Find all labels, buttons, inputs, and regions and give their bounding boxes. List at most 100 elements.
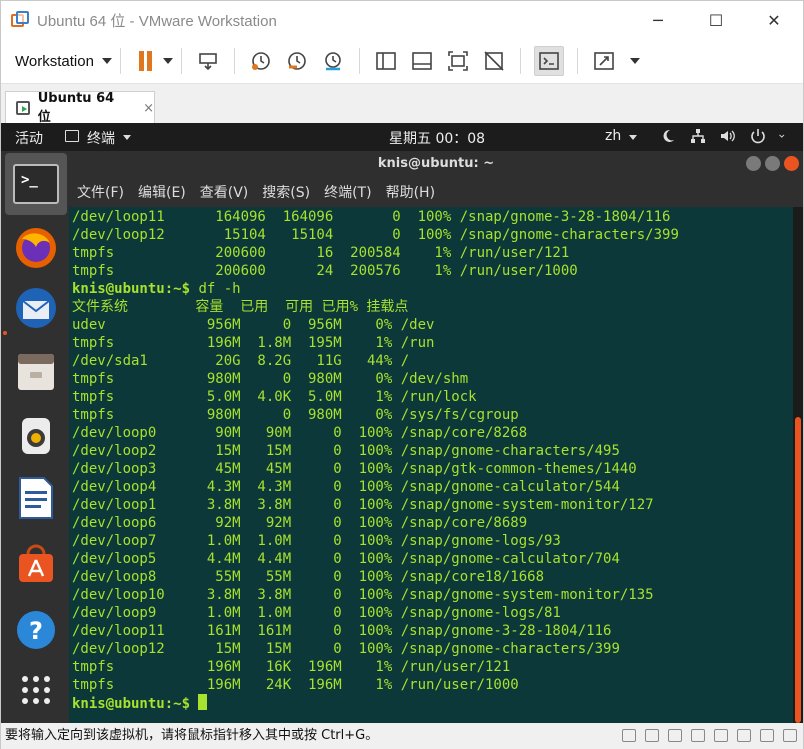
scrollbar-thumb[interactable] xyxy=(795,417,801,723)
send-keys-button[interactable] xyxy=(195,48,221,74)
terminal-scrollbar[interactable] xyxy=(793,207,803,723)
workstation-menu[interactable]: Workstation xyxy=(1,46,112,76)
tab-label: Ubuntu 64 位 xyxy=(37,91,115,125)
menu-help[interactable]: 帮助(H) xyxy=(386,182,435,202)
dock-help[interactable]: ? xyxy=(11,605,61,655)
app-menu[interactable]: 终端 xyxy=(87,128,115,148)
hdd-icon[interactable] xyxy=(622,729,636,742)
dock-ubuntu-software[interactable] xyxy=(11,539,61,589)
revert-snapshot-button[interactable] xyxy=(284,48,310,74)
menu-search[interactable]: 搜索(S) xyxy=(262,182,310,202)
title-bar: Ubuntu 64 位 - VMware Workstation ─ ☐ ✕ xyxy=(1,1,803,39)
terminal-icon: >_ xyxy=(13,164,59,204)
terminal-line: /dev/loop11 164096 164096 0 100% /snap/g… xyxy=(72,209,671,225)
stretch-view-icon xyxy=(594,52,614,70)
terminal-close-button[interactable] xyxy=(784,156,799,171)
dock-libreoffice-writer[interactable] xyxy=(11,473,61,523)
shell-prompt: knis@ubuntu:~$ xyxy=(72,281,191,297)
fullscreen-button[interactable] xyxy=(445,48,471,74)
terminal-title-bar: knis@ubuntu: ~ xyxy=(69,151,803,177)
unity-icon xyxy=(484,51,504,71)
system-tray[interactable] xyxy=(659,127,789,145)
terminal-app-icon xyxy=(65,130,79,142)
dock-terminal[interactable]: >_ xyxy=(5,153,67,215)
terminal-minimize-button[interactable] xyxy=(746,156,761,171)
menu-terminal[interactable]: 终端(T) xyxy=(324,182,371,202)
close-button[interactable]: ✕ xyxy=(745,1,803,39)
stretch-view-button[interactable] xyxy=(591,48,617,74)
dock-firefox[interactable] xyxy=(11,223,61,273)
df-row: /dev/loop7 1.0M 1.0M 0 100% /snap/gnome-… xyxy=(72,533,561,549)
library-view-icon xyxy=(376,52,396,70)
pause-icon xyxy=(138,51,144,71)
terminal-maximize-button[interactable] xyxy=(765,156,780,171)
df-row: /dev/loop1 3.8M 3.8M 0 100% /snap/gnome-… xyxy=(72,497,654,513)
maximize-button[interactable]: ☐ xyxy=(687,1,745,39)
vmware-logo-icon xyxy=(11,11,29,29)
snapshot-take-icon xyxy=(251,52,270,70)
menu-file[interactable]: 文件(F) xyxy=(77,182,124,202)
dock-thunderbird[interactable] xyxy=(11,283,61,333)
sound-card-icon[interactable] xyxy=(714,729,728,742)
running-indicator xyxy=(3,331,7,335)
pause-button[interactable] xyxy=(138,51,173,71)
input-method[interactable]: zh xyxy=(605,128,621,144)
cdrom-icon[interactable] xyxy=(645,729,659,742)
df-row: tmpfs 5.0M 4.0K 5.0M 1% /run/lock xyxy=(72,389,477,405)
tab-ubuntu-64[interactable]: Ubuntu 64 位 × xyxy=(5,91,155,125)
chevron-down-icon xyxy=(123,135,131,140)
show-applications-button[interactable] xyxy=(11,665,61,715)
library-view-button[interactable] xyxy=(373,48,399,74)
menu-edit[interactable]: 编辑(E) xyxy=(138,182,186,202)
chevron-down-icon xyxy=(779,134,785,138)
display-icon[interactable] xyxy=(760,729,774,742)
minimize-button[interactable]: ─ xyxy=(629,1,687,39)
command-text: df -h xyxy=(190,281,241,297)
df-row: /dev/loop8 55M 55M 0 100% /snap/core18/1… xyxy=(72,569,545,585)
tab-close-icon[interactable]: × xyxy=(143,101,154,116)
usb-icon[interactable] xyxy=(691,729,705,742)
df-row: /dev/sda1 20G 8.2G 11G 44% / xyxy=(72,353,410,369)
vm-tab-strip: Ubuntu 64 位 × xyxy=(1,83,803,125)
svg-text:?: ? xyxy=(29,617,43,645)
df-row: /dev/loop3 45M 45M 0 100% /snap/gtk-comm… xyxy=(72,461,637,477)
input-line[interactable]: knis@ubuntu:~$ xyxy=(72,694,790,713)
dock-files[interactable] xyxy=(11,347,61,397)
dock-rhythmbox[interactable] xyxy=(11,411,61,461)
network-adapter-icon[interactable] xyxy=(668,729,682,742)
ubuntu-dock: >_ ? xyxy=(1,151,69,723)
message-log-icon[interactable] xyxy=(783,729,797,742)
snapshot-manager-button[interactable] xyxy=(320,48,346,74)
firefox-icon xyxy=(16,228,56,268)
df-row: /dev/loop12 15M 15M 0 100% /snap/gnome-c… xyxy=(72,641,620,657)
chevron-down-icon[interactable] xyxy=(629,58,640,64)
menu-view[interactable]: 查看(V) xyxy=(200,182,249,202)
clock[interactable]: 星期五 00：08 xyxy=(389,128,485,148)
take-snapshot-button[interactable] xyxy=(248,48,274,74)
printer-icon[interactable] xyxy=(737,729,751,742)
thumbnail-bar-button[interactable] xyxy=(409,48,435,74)
chevron-down-icon xyxy=(101,58,112,64)
df-row: /dev/loop5 4.4M 4.4M 0 100% /snap/gnome-… xyxy=(72,551,620,567)
window-title: Ubuntu 64 位 - VMware Workstation xyxy=(37,12,277,30)
df-row: tmpfs 196M 24K 196M 1% /run/user/1000 xyxy=(72,677,519,693)
unity-button[interactable] xyxy=(481,48,507,74)
snapshot-manager-icon xyxy=(325,52,341,71)
df-row: tmpfs 196M 1.8M 195M 1% /run xyxy=(72,335,435,351)
status-text: 要将输入定向到该虚拟机，请将鼠标指针移入其中或按 Ctrl+G。 xyxy=(5,728,379,743)
df-row: /dev/loop6 92M 92M 0 100% /snap/core/868… xyxy=(72,515,528,531)
activities-button[interactable]: 活动 xyxy=(15,128,43,148)
grid-icon xyxy=(22,676,50,704)
power-icon xyxy=(751,129,765,144)
night-light-icon xyxy=(663,129,674,142)
terminal-output[interactable]: /dev/loop11 164096 164096 0 100% /snap/g… xyxy=(69,207,793,723)
vm-running-icon xyxy=(16,101,30,115)
writer-icon xyxy=(19,477,53,519)
df-row: tmpfs 196M 16K 196M 1% /run/user/121 xyxy=(72,659,511,675)
console-view-button[interactable] xyxy=(533,46,564,76)
df-row: /dev/loop2 15M 15M 0 100% /snap/gnome-ch… xyxy=(72,443,620,459)
df-row: /dev/loop0 90M 90M 0 100% /snap/core/826… xyxy=(72,425,528,441)
chevron-down-icon xyxy=(162,58,173,64)
fullscreen-icon xyxy=(448,51,468,71)
files-icon xyxy=(18,354,54,390)
